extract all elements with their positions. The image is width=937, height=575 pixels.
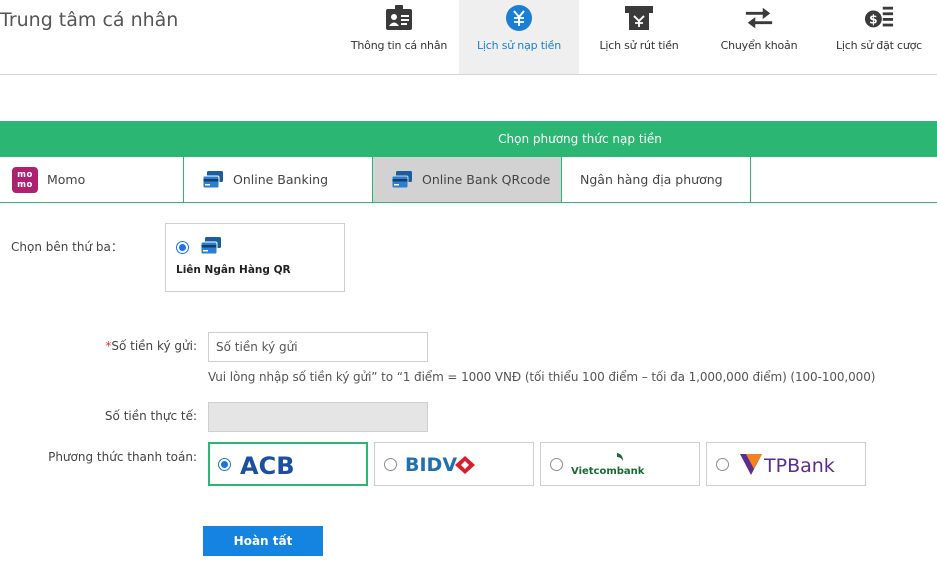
nav-personal-info[interactable]: Thông tin cá nhân — [339, 0, 459, 74]
third-party-option[interactable]: Liên Ngân Hàng QR — [165, 223, 345, 292]
tab-label: Online Bank QRcode — [422, 172, 551, 187]
bank-radio[interactable] — [550, 458, 563, 471]
payment-method-label: Phương thức thanh toán: — [48, 450, 197, 464]
bank-option-tpbank[interactable]: TPBank — [706, 442, 866, 486]
bank-card-icon — [391, 170, 413, 190]
bank-option-acb[interactable]: ACB — [208, 442, 368, 486]
bank-logo-text: ACB — [240, 452, 294, 478]
nav-withdraw-history[interactable]: Lịch sử rút tiền — [579, 0, 699, 74]
amount-label: *Số tiền ký gửi: — [0, 339, 197, 353]
deposit-method-tabs: mo mo Momo Online Banking Online Bank QR… — [0, 157, 751, 203]
tab-label: Momo — [47, 172, 86, 187]
amount-input[interactable] — [208, 332, 428, 362]
tab-online-bank-qrcode[interactable]: Online Bank QRcode — [373, 157, 562, 203]
nav-label: Thông tin cá nhân — [350, 39, 448, 52]
nav-bet-history[interactable]: $ Lịch sử đặt cược — [819, 0, 937, 74]
nav-deposit-history[interactable]: Lịch sử nạp tiền — [459, 0, 579, 74]
coin-list-icon: $ — [864, 3, 894, 33]
third-party-name: Liên Ngân Hàng QR — [176, 264, 291, 276]
bank-logo-text: TPBank — [763, 455, 835, 477]
nav-label: Lịch sử nạp tiền — [477, 39, 561, 52]
svg-text:$: $ — [869, 13, 877, 27]
tab-online-banking[interactable]: Online Banking — [184, 157, 373, 203]
id-card-icon — [384, 3, 414, 33]
nav-label: Chuyển khoản — [720, 39, 798, 52]
transfer-arrows-icon — [744, 3, 774, 33]
tab-label: Ngân hàng địa phương — [580, 172, 723, 187]
actual-amount-label: Số tiền thực tế: — [104, 409, 197, 423]
momo-logo: mo mo — [12, 166, 38, 193]
third-party-label: Chọn bên thứ ba： — [11, 240, 123, 254]
bank-radio[interactable] — [716, 458, 729, 471]
tabs-underline — [751, 202, 937, 203]
bank-option-bidv[interactable]: BIDV — [374, 442, 534, 486]
tab-momo[interactable]: mo mo Momo — [0, 157, 184, 203]
bank-option-vietcombank[interactable]: Vietcombank — [540, 442, 700, 486]
tab-label: Online Banking — [233, 172, 329, 187]
deposit-method-bar: Chọn phương thức nạp tiền — [0, 121, 937, 157]
amount-hint: Vui lòng nhập số tiền ký gửi” to “1 điểm… — [208, 370, 876, 384]
bank-card-icon — [200, 236, 222, 260]
header-divider — [0, 74, 937, 75]
nav-label: Lịch sử đặt cược — [835, 39, 923, 52]
bank-logo-text: Vietcombank — [571, 466, 645, 477]
vietcombank-logo-icon: Vietcombank — [571, 447, 647, 481]
acb-logo-icon: ACB — [240, 448, 304, 482]
nav-label: Lịch sử rút tiền — [599, 39, 679, 52]
yen-circle-icon — [504, 3, 534, 33]
bank-logo-text: BIDV — [405, 454, 457, 476]
bank-radio[interactable] — [218, 458, 231, 471]
submit-button[interactable]: Hoàn tất — [203, 526, 323, 556]
third-party-radio[interactable] — [176, 241, 189, 254]
amount-label-text: Số tiền ký gửi: — [111, 339, 197, 353]
bank-card-icon — [202, 170, 224, 190]
actual-amount-field — [208, 402, 428, 432]
page-title: Trung tâm cá nhân — [0, 9, 179, 31]
tab-local-bank[interactable]: Ngân hàng địa phương — [562, 157, 751, 203]
bank-radio[interactable] — [384, 458, 397, 471]
method-bar-title: Chọn phương thức nạp tiền — [498, 132, 662, 146]
nav-transfer[interactable]: Chuyển khoản — [699, 0, 819, 74]
top-nav: Thông tin cá nhân Lịch sử nạp tiền Lịch … — [339, 0, 937, 74]
tpbank-logo-icon: TPBank — [737, 447, 849, 481]
atm-withdraw-icon — [624, 3, 654, 33]
momo-logo-icon: mo mo — [12, 166, 38, 193]
bidv-logo-icon: BIDV — [405, 447, 481, 481]
